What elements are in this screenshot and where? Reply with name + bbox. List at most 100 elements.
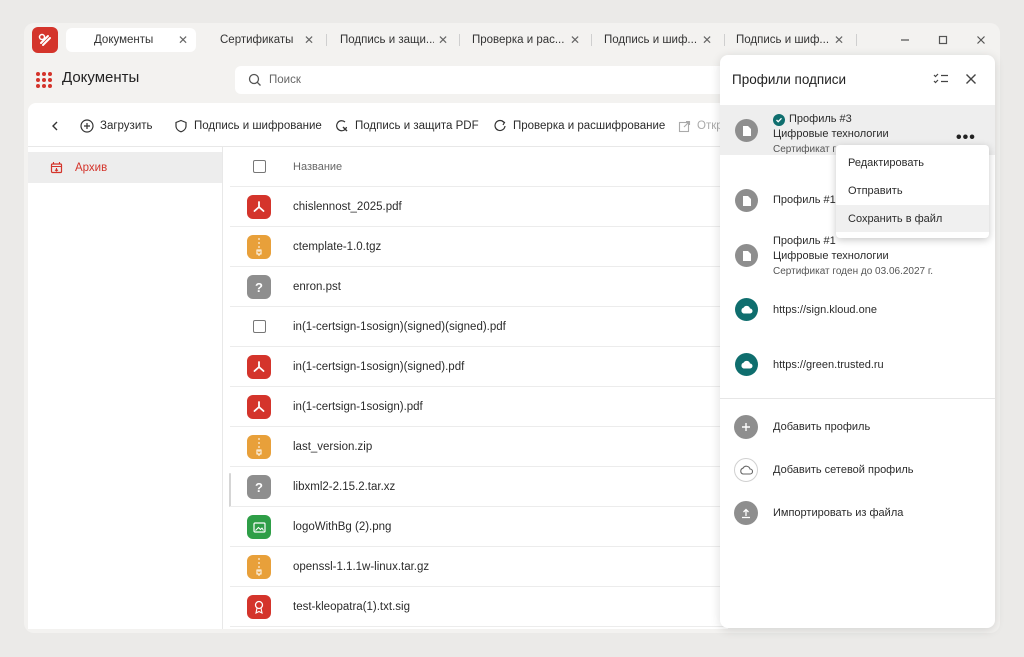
table-row[interactable]: ? enron.pst	[230, 267, 728, 307]
tab-separator	[459, 34, 460, 46]
file-list-header: Название	[230, 147, 728, 187]
sidebar-item-archive[interactable]: Архив	[28, 152, 222, 183]
panel-title: Профили подписи	[732, 72, 847, 87]
tab-sign-encrypt-2[interactable]: Подпись и шиф... ✕	[726, 28, 852, 52]
table-row[interactable]: in(1-certsign-1sosign).pdf	[230, 387, 728, 427]
search-box[interactable]	[235, 66, 755, 94]
table-row[interactable]: chislennost_2025.pdf	[230, 187, 728, 227]
external-link-icon	[678, 120, 691, 132]
sign-pdf-icon	[336, 120, 348, 132]
maximize-icon[interactable]	[934, 31, 952, 49]
document-icon	[735, 189, 758, 212]
close-icon[interactable]: ✕	[832, 33, 846, 47]
tab-label: Подпись и защи...	[340, 34, 434, 46]
profile-item-1b[interactable]: Профиль #1 Цифровые технологии Сертифика…	[720, 231, 995, 281]
tab-label: Сертификаты	[220, 34, 294, 46]
table-row[interactable]: last_version.zip	[230, 427, 728, 467]
tab-documents[interactable]: Документы ✕	[66, 28, 196, 52]
sidebar-item-label: Архив	[75, 161, 108, 174]
tab-label: Подпись и шиф...	[604, 34, 698, 46]
verify-decrypt-label: Проверка и расшифрование	[513, 120, 666, 132]
tab-sign-protect[interactable]: Подпись и защи... ✕	[330, 28, 456, 52]
add-profile-label: Добавить профиль	[773, 421, 871, 433]
upload-label: Загрузить	[100, 120, 153, 132]
tab-certificates[interactable]: Сертификаты ✕	[204, 28, 322, 52]
toolbar: Загрузить Подпись и шифрование Подпись и…	[28, 103, 728, 147]
window-close-icon[interactable]	[972, 31, 990, 49]
file-name: logoWithBg (2).png	[293, 520, 392, 533]
tab-label: Документы	[94, 34, 154, 46]
tab-sign-encrypt-1[interactable]: Подпись и шиф... ✕	[594, 28, 720, 52]
menu-item-send[interactable]: Отправить	[836, 177, 989, 204]
document-icon	[735, 244, 758, 267]
column-header-name[interactable]: Название	[293, 161, 342, 173]
profile-name: https://sign.kloud.one	[773, 304, 877, 316]
close-icon[interactable]: ✕	[436, 33, 450, 47]
profile-org: Цифровые технологии	[773, 250, 889, 262]
pdf-icon	[247, 355, 271, 379]
table-row[interactable]: in(1-certsign-1sosign)(signed)(signed).p…	[230, 307, 728, 347]
profile-name: https://green.trusted.ru	[773, 359, 884, 371]
add-network-profile-label: Добавить сетевой профиль	[773, 464, 914, 476]
signature-file-icon	[247, 595, 271, 619]
close-icon[interactable]: ✕	[302, 33, 316, 47]
table-row[interactable]: ? libxml2-2.15.2.tar.xz	[230, 467, 728, 507]
close-icon[interactable]: ✕	[700, 33, 714, 47]
profile-name: Профиль #3	[789, 113, 852, 125]
sign-encrypt-button[interactable]: Подпись и шифрование	[174, 117, 322, 135]
close-icon[interactable]: ✕	[568, 33, 582, 47]
profile-context-menu: Редактировать Отправить Сохранить в файл	[836, 145, 989, 238]
row-checkbox[interactable]	[253, 320, 266, 333]
sign-pdf-button[interactable]: Подпись и защита PDF	[335, 117, 479, 135]
file-name: in(1-certsign-1sosign)(signed).pdf	[293, 360, 465, 373]
close-icon[interactable]	[961, 69, 981, 89]
open-button[interactable]: Откр	[678, 117, 723, 135]
apps-grid-icon[interactable]	[36, 72, 52, 88]
minimize-icon[interactable]	[896, 31, 914, 49]
profile-name: Профиль #1	[773, 194, 836, 206]
file-name: libxml2-2.15.2.tar.xz	[293, 480, 396, 493]
app-logo-icon[interactable]	[32, 27, 58, 53]
add-network-profile-button[interactable]: Добавить сетевой профиль	[720, 455, 995, 485]
search-icon	[248, 73, 261, 86]
file-name: chislennost_2025.pdf	[293, 200, 402, 213]
table-row[interactable]: logoWithBg (2).png	[230, 507, 728, 547]
file-name: in(1-certsign-1sosign)(signed)(signed).p…	[293, 320, 506, 333]
unknown-file-icon: ?	[247, 475, 271, 499]
upload-button[interactable]: Загрузить	[80, 117, 153, 135]
sidebar: Архив	[28, 147, 223, 629]
tab-separator	[591, 34, 592, 46]
cloud-icon	[735, 353, 758, 376]
chevron-left-icon	[52, 121, 58, 131]
table-row[interactable]: openssl-1.1.1w-linux.tar.gz	[230, 547, 728, 587]
open-label: Откр	[697, 120, 723, 132]
plus-icon	[734, 415, 758, 439]
table-row[interactable]: in(1-certsign-1sosign)(signed).pdf	[230, 347, 728, 387]
menu-item-edit[interactable]: Редактировать	[836, 149, 989, 176]
checklist-icon[interactable]	[931, 69, 951, 89]
file-name: ctemplate-1.0.tgz	[293, 240, 382, 253]
tab-verify-decrypt[interactable]: Проверка и рас... ✕	[462, 28, 588, 52]
profile-item-kloud[interactable]: https://sign.kloud.one	[720, 295, 995, 325]
image-file-icon	[247, 515, 271, 539]
import-profile-button[interactable]: Импортировать из файла	[720, 498, 995, 528]
verify-decrypt-button[interactable]: Проверка и расшифрование	[493, 117, 665, 135]
tab-bar: Документы ✕ Сертификаты ✕ Подпись и защи…	[24, 23, 1000, 57]
panel-divider	[720, 398, 995, 399]
file-name: openssl-1.1.1w-linux.tar.gz	[293, 560, 430, 573]
shield-icon	[175, 119, 187, 133]
signature-profiles-panel: Профили подписи Профиль #3 Цифровые техн…	[720, 55, 995, 628]
close-icon[interactable]: ✕	[176, 33, 190, 47]
table-row[interactable]: test-kleopatra(1).txt.sig	[230, 587, 728, 627]
add-profile-button[interactable]: Добавить профиль	[720, 412, 995, 442]
file-name: last_version.zip	[293, 440, 373, 453]
back-button[interactable]	[50, 117, 66, 135]
tab-label: Проверка и рас...	[472, 34, 565, 46]
search-input[interactable]	[269, 74, 669, 86]
select-all-checkbox[interactable]	[253, 160, 266, 173]
menu-item-save-to-file[interactable]: Сохранить в файл	[836, 205, 989, 232]
profile-item-green[interactable]: https://green.trusted.ru	[720, 350, 995, 380]
table-row[interactable]: ctemplate-1.0.tgz	[230, 227, 728, 267]
profile-cert: Сертификат годен до 03.06.2027 г.	[773, 266, 934, 277]
profile-org: Цифровые технологии	[773, 128, 889, 140]
